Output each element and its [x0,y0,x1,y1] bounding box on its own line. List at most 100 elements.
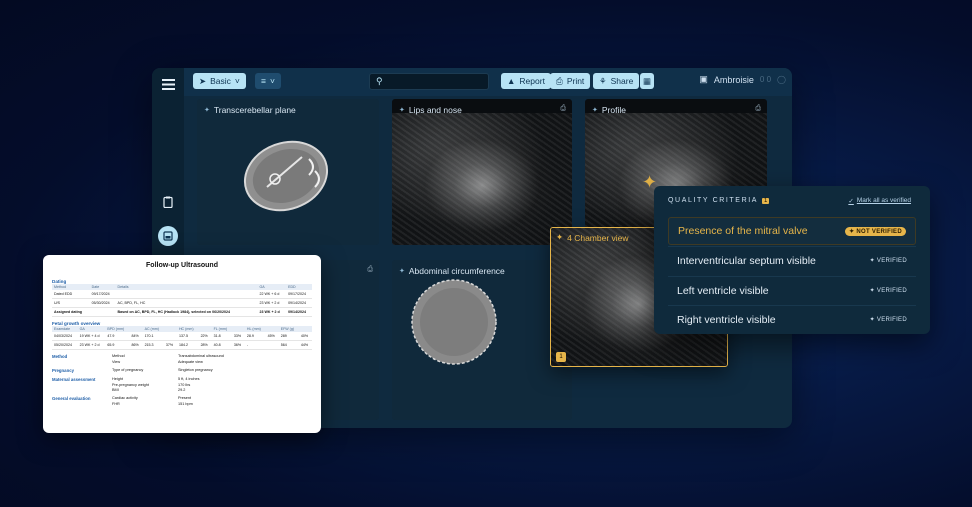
section-key: Pre-pregnancy weight [112,383,149,387]
layout-select[interactable]: ≡ ˅ [255,73,281,89]
table-cell [163,332,177,341]
print-icon[interactable]: ⎙ [367,266,373,274]
share-button[interactable]: ⚘ Share [593,73,640,89]
sparkle-icon: ✦ [399,107,405,114]
table-cell: 45% [265,332,279,341]
quality-criteria-panel: QUALITY CRITERIA 1 ✓ Mark all as verifie… [654,186,930,334]
panel-transcerebellar[interactable]: ✦ Transcerebellar plane [197,99,379,245]
panel-abdominal[interactable]: ✦ Abdominal circumference [392,260,572,420]
criteria-count-badge: 1 [556,352,566,362]
image-gallery-icon[interactable] [158,226,178,246]
print-label: Print [566,76,585,86]
share-icon: ⚘ [599,75,607,86]
user-menu[interactable]: ▣ Ambroisie 0 0 ◯ [699,74,786,85]
table-cell: 215.3 [142,340,164,350]
head-diagram [243,140,329,212]
section-key: Cardiac activity [112,396,138,400]
chevron-down-icon: ˅ [234,76,240,86]
report-label: Report [519,76,545,86]
table-cell: 36% [231,340,245,350]
status-text: VERIFIED [876,317,907,323]
panel-lips-nose[interactable]: ✦ Lips and nose ⎙ [392,99,572,245]
report-sections: Method Method Transabdominal ultrasound Vie… [52,354,312,406]
table-cell: Based on AC, BPD, FL, HC (Hadlock 1984),… [115,307,253,317]
section-value: Singleton pregnancy [178,368,213,372]
print-button[interactable]: ⎙ Print [550,73,591,89]
dating-table: Method Date Details GA EDD Dated EDD 09/17/202… [52,284,312,317]
panel-title: ✦ Profile [592,105,626,115]
table-cell: 31.8 [211,332,232,341]
abdomen-diagram [411,279,497,365]
status-badge[interactable]: ✦ VERIFIED [870,257,907,264]
status-badge[interactable]: ✦ NOT VERIFIED [845,226,906,236]
section-key: Method [112,354,125,358]
criteria-row[interactable]: Interventricular septum visible ✦ VERIFI… [668,246,916,274]
toolbar: ➤ Basic ˅ ≡ ˅ ⚲ ▲ Report ⎙ Print ⚘ Share… [184,68,792,96]
section-label: General evaluation [52,396,91,401]
mark-all-verified-link[interactable]: ✓ Mark all as verified [848,197,911,205]
print-icon[interactable]: ⎙ [560,105,566,113]
report-section: Pregnancy Type of pregnancy Singleton preg… [52,368,312,373]
print-icon: ⎙ [556,75,563,86]
section-value: 5 ft, 4 inches [178,377,200,381]
status-text: VERIFIED [876,288,907,294]
report-icon: ▲ [507,76,516,86]
table-cell: 65.9 [105,340,130,350]
search-icon: ⚲ [376,76,383,86]
ultrasound-image [392,113,572,245]
table-row: 04/03/2024 19 WK + 4 d 47.9 84% 170.1 137.5 22… [52,332,312,341]
mark-all-label: Mark all as verified [856,197,911,204]
section-value: 151 bpm [178,402,193,406]
report-card: Follow-up Ultrasound Dating Method Date De… [43,255,321,433]
criteria-row[interactable]: Presence of the mitral valve ✦ NOT VERIF… [668,217,916,245]
share-label: Share [610,76,634,86]
section-label [52,383,112,387]
status-badge[interactable]: ✦ VERIFIED [870,287,907,294]
table-cell: 22 WK + 6 d [257,290,287,299]
status-text: VERIFIED [876,258,907,264]
table-cell: 37% [163,340,177,350]
user-name: Ambroisie [713,74,754,85]
section-value: 29.2 [178,388,186,392]
report-button[interactable]: ▲ Report [501,73,551,89]
profile-icon: ◯ [777,75,786,84]
table-cell: 28.9 [244,332,266,341]
section-label [52,402,112,406]
table-cell: 170.1 [142,332,164,341]
table-cell: 04/03/2024 [52,332,78,341]
section-value: Present [178,396,192,400]
sparkle-icon: ✦ [592,107,598,114]
section-value: Adequate view [178,360,203,364]
status-badge[interactable]: ✦ VERIFIED [870,316,907,323]
table-cell: 23 WK + 2 d [257,307,287,317]
criteria-label: Interventricular septum visible [677,254,816,267]
qr-code-icon: ▦ [643,75,652,86]
criteria-row[interactable]: Right ventricle visible ✦ VERIFIED [668,305,916,333]
criteria-label: Right ventricle visible [677,313,776,326]
table-cell: 05/30/2024 [89,298,116,308]
table-cell: AC, BPD, FL, HC [115,298,253,308]
table-cell: 40.8 [211,340,232,350]
table-cell [89,307,116,317]
table-cell: 09/17/2024 [89,290,116,299]
table-cell: Assigned dating [52,307,90,317]
criteria-label: Left ventricle visible [677,284,769,297]
clipboard-icon[interactable] [158,192,178,212]
print-icon[interactable]: ⎙ [755,105,761,113]
panel-title-text: 4 Chamber view [567,232,629,243]
section-label: Method [52,354,68,359]
panel-title: ✦ Lips and nose [399,105,462,115]
search-input[interactable]: ⚲ [369,73,489,90]
panel-title-text: Lips and nose [408,105,462,115]
menu-icon[interactable] [158,74,178,94]
table-cell: 40% [298,332,312,341]
section-label [52,360,112,364]
section-label [52,388,112,392]
report-title: Follow-up Ultrasound [146,262,218,269]
table-cell: 564 [278,340,299,350]
mode-select[interactable]: ➤ Basic ˅ [193,73,246,89]
qr-code-button[interactable]: ▦ [640,73,655,89]
criteria-row[interactable]: Left ventricle visible ✦ VERIFIED [668,276,916,304]
table-cell: 33% [231,332,245,341]
section-key: FHR [112,402,120,406]
